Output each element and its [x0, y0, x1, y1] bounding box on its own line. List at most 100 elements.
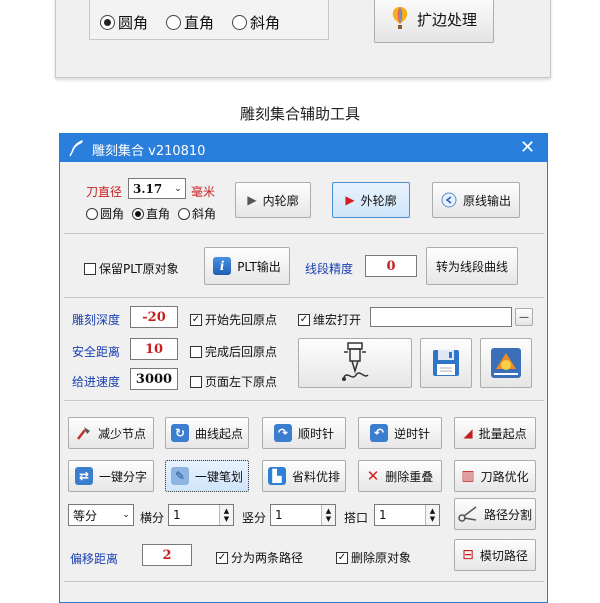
feather-pen-icon — [69, 140, 83, 157]
window-title: 雕刻集合 v210810 — [92, 144, 206, 159]
clockwise-arrow-icon: ↷ — [273, 424, 292, 442]
feed-speed-input[interactable]: 3000 — [130, 368, 178, 390]
title-bar: 雕刻集合 v210810 ✕ — [60, 134, 547, 162]
floppy-disk-icon — [433, 350, 459, 376]
node-tool-icon — [76, 427, 90, 440]
radio-dot-icon — [232, 15, 248, 30]
divider — [64, 400, 544, 401]
die-cut-icon: ⊟ — [462, 547, 474, 563]
diameter-unit: 毫米 — [191, 185, 216, 199]
page-origin-checkbox[interactable]: 页面左下原点 — [190, 373, 277, 390]
horizontal-spinner[interactable]: 1 ▲ ▼ — [168, 504, 234, 526]
split-path-button[interactable]: 路径分割 — [454, 498, 536, 530]
outer-contour-button[interactable]: ▶ 外轮廓 — [332, 182, 410, 218]
radio-right-angle[interactable]: 直角 — [166, 12, 214, 33]
minus-button[interactable]: — — [515, 308, 533, 326]
radio-dot-icon — [166, 15, 182, 30]
curve-start-button[interactable]: ↻ 曲线起点 — [165, 417, 249, 449]
expand-edge-button[interactable]: 扩边处理 — [374, 0, 494, 43]
division-mode-select[interactable]: 等分 ⌄ — [68, 504, 134, 526]
depth-label: 雕刻深度 — [72, 313, 121, 327]
radio-round[interactable]: 圆角 — [86, 205, 124, 222]
radio-dot-icon — [132, 207, 144, 220]
checkmark-icon: ✓ — [190, 313, 202, 326]
loop-icon: ↻ — [170, 424, 189, 442]
cnc-spindle-button[interactable] — [298, 338, 412, 388]
radio-bevel-corner[interactable]: 斜角 — [178, 205, 216, 222]
triangle-icon: ◢ — [463, 426, 473, 440]
start-home-checkbox[interactable]: ✓ 开始先回原点 — [190, 311, 277, 328]
original-output-button[interactable]: 原线输出 — [432, 182, 520, 218]
counter-clockwise-button[interactable]: ↶ 逆时针 — [358, 417, 442, 449]
grid-bars-icon: ▥ — [461, 468, 475, 484]
radio-dot-icon — [86, 207, 98, 220]
macro-open-checkbox[interactable]: ✓ 维宏打开 — [298, 311, 361, 328]
checkmark-icon: ✓ — [336, 551, 348, 564]
counter-clockwise-arrow-icon: ↶ — [369, 424, 388, 442]
back-arrow-circle-icon — [441, 192, 457, 208]
tab-label: 搭口 — [344, 511, 369, 525]
offset-label: 偏移距离 — [70, 552, 119, 566]
balloon-icon — [392, 7, 408, 29]
safe-distance-label: 安全距离 — [72, 345, 121, 359]
toolpath-optimize-button[interactable]: ▥ 刀路优化 — [454, 460, 536, 492]
delete-x-icon: ✕ — [366, 467, 380, 485]
brush-icon: ✎ — [170, 467, 189, 485]
feed-speed-label: 给进速度 — [72, 375, 121, 389]
checkbox-icon — [190, 345, 202, 358]
divider — [64, 233, 544, 234]
radio-dot-icon — [178, 207, 190, 220]
shuffle-icon: ⇄ — [74, 467, 93, 485]
save-button[interactable] — [420, 338, 472, 388]
radio-round-corner[interactable]: 圆角 — [100, 12, 148, 33]
spinner-arrows-icon[interactable]: ▲ ▼ — [425, 505, 439, 525]
scissors-icon — [458, 506, 477, 522]
plt-output-button[interactable]: i PLT输出 — [204, 247, 290, 285]
clockwise-button[interactable]: ↷ 顺时针 — [262, 417, 346, 449]
app-logo-icon — [491, 348, 521, 378]
batch-start-button[interactable]: ◢ 批量起点 — [454, 417, 536, 449]
reduce-nodes-button[interactable]: 减少节点 — [68, 417, 154, 449]
optimize-material-button[interactable]: ▙ 省料优排 — [262, 460, 346, 492]
inner-contour-button[interactable]: ▶ 内轮廓 — [235, 182, 311, 218]
keep-plt-checkbox[interactable]: 保留PLT原对象 — [84, 260, 179, 277]
spinner-arrows-icon[interactable]: ▲ ▼ — [321, 505, 335, 525]
one-stroke-button[interactable]: ✎ 一键笔划 — [165, 460, 249, 492]
delete-original-checkbox[interactable]: ✓ 删除原对象 — [336, 549, 411, 566]
split-chars-button[interactable]: ⇄ 一键分字 — [68, 460, 154, 492]
tool-diameter-select[interactable]: 3.17 ⌄ — [128, 178, 186, 199]
previous-panel: 圆角 直角 斜角 扩边处理 — [55, 0, 551, 78]
spinner-arrows-icon[interactable]: ▲ ▼ — [219, 505, 233, 525]
plugin-button[interactable] — [480, 338, 532, 388]
radio-right[interactable]: 直角 — [132, 205, 170, 222]
die-cut-path-button[interactable]: ⊟ 模切路径 — [454, 539, 536, 571]
vertical-spinner[interactable]: 1 ▲ ▼ — [270, 504, 336, 526]
checkbox-icon — [84, 262, 96, 275]
engraving-window: 雕刻集合 v210810 ✕ 刀直径 3.17 ⌄ 毫米 圆角 直角 斜角 ▶ … — [59, 133, 548, 603]
divider — [64, 581, 544, 582]
corner-style-group: 圆角 直角 斜角 — [89, 0, 329, 40]
close-icon[interactable]: ✕ — [520, 137, 535, 158]
remove-duplicates-button[interactable]: ✕ 删除重叠 — [358, 460, 442, 492]
page-caption: 雕刻集合辅助工具 — [239, 105, 360, 123]
checkmark-icon: ✓ — [298, 313, 310, 326]
macro-path-input[interactable] — [370, 307, 512, 327]
depth-input[interactable]: -20 — [130, 306, 178, 328]
end-home-checkbox[interactable]: 完成后回原点 — [190, 343, 277, 360]
divider — [64, 297, 544, 298]
info-icon: i — [213, 257, 232, 275]
checkmark-icon: ✓ — [216, 551, 228, 564]
chevron-down-icon: ⌄ — [122, 510, 130, 520]
radio-bevel[interactable]: 斜角 — [232, 12, 280, 33]
play-icon: ▶ — [345, 193, 355, 207]
convert-segment-curve-button[interactable]: 转为线段曲线 — [426, 247, 518, 285]
two-paths-checkbox[interactable]: ✓ 分为两条路径 — [216, 549, 303, 566]
precision-input[interactable]: 0 — [365, 255, 417, 277]
chevron-down-icon: ⌄ — [174, 183, 182, 194]
horizontal-label: 横分 — [140, 511, 165, 525]
tab-spinner[interactable]: 1 ▲ ▼ — [374, 504, 440, 526]
layout-icon: ▙ — [267, 467, 286, 485]
safe-distance-input[interactable]: 10 — [130, 338, 178, 360]
offset-input[interactable]: 2 — [142, 544, 192, 566]
checkbox-icon — [190, 375, 202, 388]
